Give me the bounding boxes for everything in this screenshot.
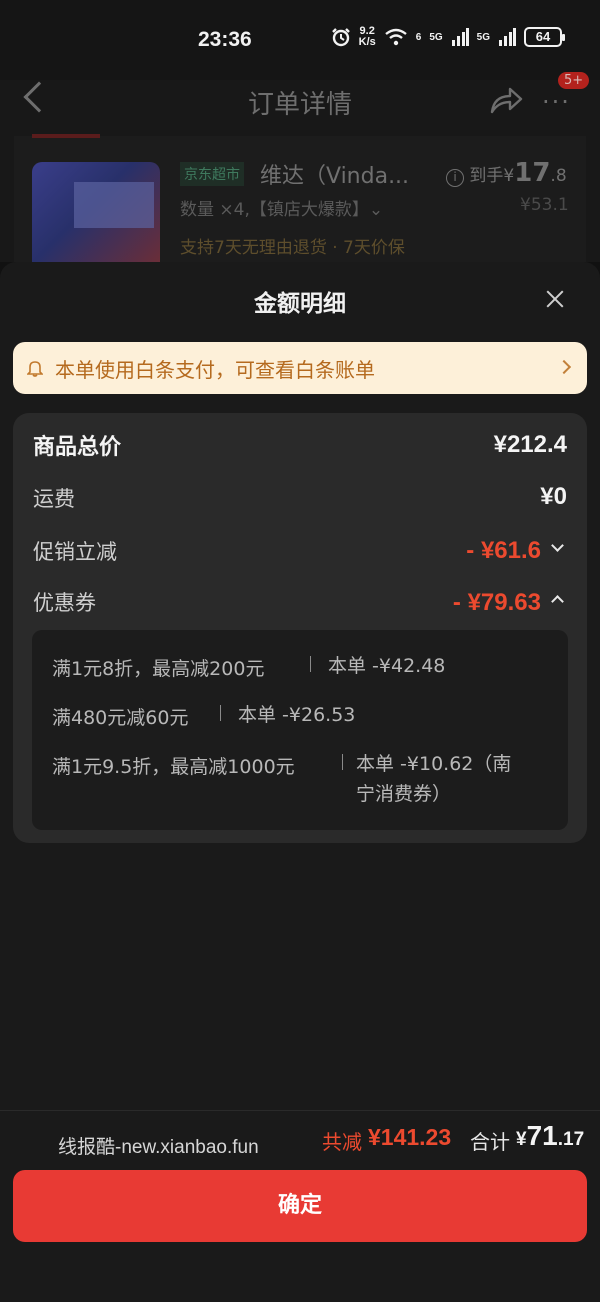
coupon-value[interactable]: - ¥79.63: [453, 589, 541, 617]
signal-icon: [451, 28, 469, 46]
coupon-rule: 满480元减60元: [52, 707, 189, 729]
shipping-label: 运费: [33, 487, 75, 511]
final-price: i 到手¥17.8: [446, 158, 567, 188]
divider: [310, 656, 311, 672]
product-name: 维达（Vinda...: [260, 164, 410, 189]
watermark-text: 线报酷-new.xianbao.fun: [58, 1137, 259, 1158]
net-label-3: 5G: [476, 31, 490, 43]
amount-breakdown-card: 商品总价 ¥212.4 运费 ¥0 促销立减 - ¥61.6 优惠券 - ¥79…: [13, 413, 587, 843]
sheet-title: 金额明细: [254, 291, 346, 317]
notice-text: 本单使用白条支付，可查看白条账单: [55, 358, 375, 382]
promo-label[interactable]: 促销立减: [33, 536, 117, 566]
bell-icon: [27, 361, 43, 377]
signal-icon-2: [499, 28, 516, 46]
share-icon[interactable]: [488, 84, 524, 116]
divider: [220, 705, 221, 721]
store-tag: 京东超市: [180, 162, 244, 186]
message-badge: 5+: [558, 72, 590, 89]
status-time: 23:36: [198, 28, 252, 51]
total-value: ¥71.17: [516, 1120, 585, 1151]
product-quantity: 数量 ×4,【镇店大爆款】⌄: [180, 200, 384, 220]
confirm-button[interactable]: 确定: [13, 1170, 587, 1242]
coupon-rule: 满1元8折，最高减200元: [52, 658, 265, 680]
store-banner-fragment: [32, 134, 100, 138]
net-label-1: 6: [415, 31, 422, 43]
coupon-amount-cont: 宁消费券）: [356, 783, 452, 805]
net-label-2: 5G: [429, 31, 443, 43]
status-icons: 9.2 K/s 6 5G 5G 64: [331, 25, 565, 48]
wifi-icon: [385, 28, 407, 46]
info-icon: i: [446, 169, 464, 187]
battery-indicator: 64: [524, 27, 565, 47]
coupon-label[interactable]: 优惠券: [33, 587, 96, 617]
service-promise: 支持7天无理由退货 · 7天价保: [180, 238, 405, 258]
coupon-amount: 本单 -¥26.53: [238, 704, 356, 726]
chevron-down-icon[interactable]: [551, 539, 564, 552]
divider: [342, 754, 343, 770]
subtotal-value: ¥212.4: [493, 431, 567, 458]
original-price: ¥53.1: [520, 195, 569, 215]
shipping-value: ¥0: [540, 483, 567, 510]
coupon-amount: 本单 -¥10.62（南: [356, 753, 512, 775]
chevron-right-icon: [556, 359, 572, 375]
coupon-amount: 本单 -¥42.48: [328, 655, 446, 677]
product-thumbnail: [32, 162, 160, 262]
subtotal-label: 商品总价: [33, 435, 122, 460]
close-icon[interactable]: [544, 288, 566, 310]
total-label: 合计: [470, 1130, 510, 1154]
alarm-icon: [331, 28, 350, 47]
total-discount-label: 共减: [322, 1130, 362, 1154]
total-discount-value: ¥141.23: [368, 1124, 452, 1150]
net-speed: 9.2 K/s: [358, 25, 376, 48]
promo-value[interactable]: - ¥61.6: [466, 537, 541, 565]
more-icon[interactable]: ···: [542, 88, 571, 116]
coupon-list: 满1元8折，最高减200元 本单 -¥42.48 满480元减60元 本单 -¥…: [32, 630, 568, 830]
chevron-up-icon[interactable]: [551, 595, 564, 608]
coupon-rule: 满1元9.5折，最高减1000元: [52, 756, 295, 778]
baitiao-notice[interactable]: 本单使用白条支付，可查看白条账单: [13, 342, 587, 394]
